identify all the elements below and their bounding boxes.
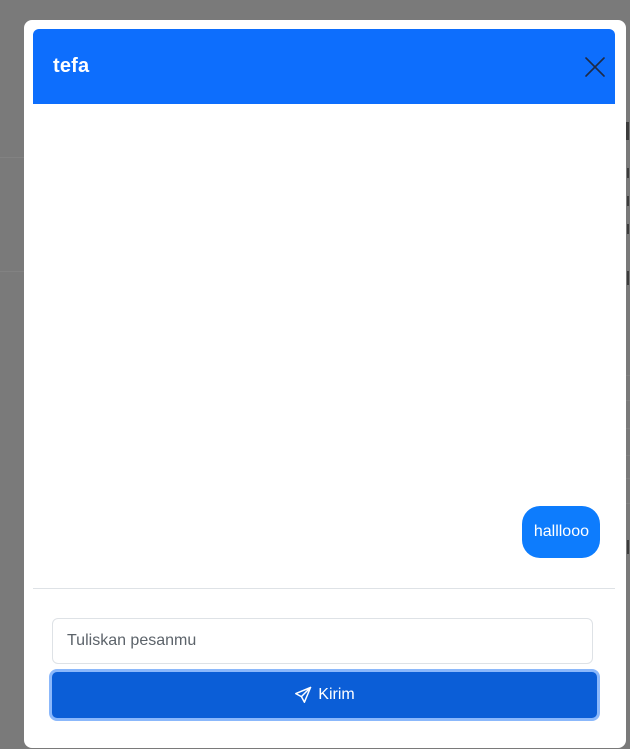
background-text-fragment: [627, 224, 629, 234]
background-divider: [626, 503, 630, 504]
background-divider: [626, 375, 630, 376]
background-divider: [626, 455, 630, 456]
send-button-label: Kirim: [318, 686, 355, 703]
background-divider: [0, 157, 24, 158]
chat-messages: halllooo: [33, 104, 615, 588]
message-input[interactable]: [52, 618, 593, 664]
background-divider: [626, 428, 630, 429]
modal-header: tefa: [33, 29, 615, 104]
composer-divider: [33, 588, 615, 589]
background-text-fragment: [626, 122, 629, 140]
background-text-fragment: [627, 168, 629, 178]
send-button[interactable]: Kirim: [49, 669, 600, 721]
background-divider: [0, 271, 24, 272]
background-text-fragment: [627, 271, 629, 285]
background-divider: [626, 478, 630, 479]
chat-modal: tefa halllooo Kirim: [24, 20, 626, 748]
message-bubble-sent: halllooo: [521, 506, 600, 558]
background-text-fragment: [627, 540, 629, 554]
background-text-fragment: [627, 196, 629, 206]
close-icon: [585, 57, 605, 77]
modal-title: tefa: [53, 55, 90, 77]
paper-plane-icon: [295, 686, 312, 703]
background-divider: [626, 400, 630, 401]
close-button[interactable]: [581, 53, 609, 81]
